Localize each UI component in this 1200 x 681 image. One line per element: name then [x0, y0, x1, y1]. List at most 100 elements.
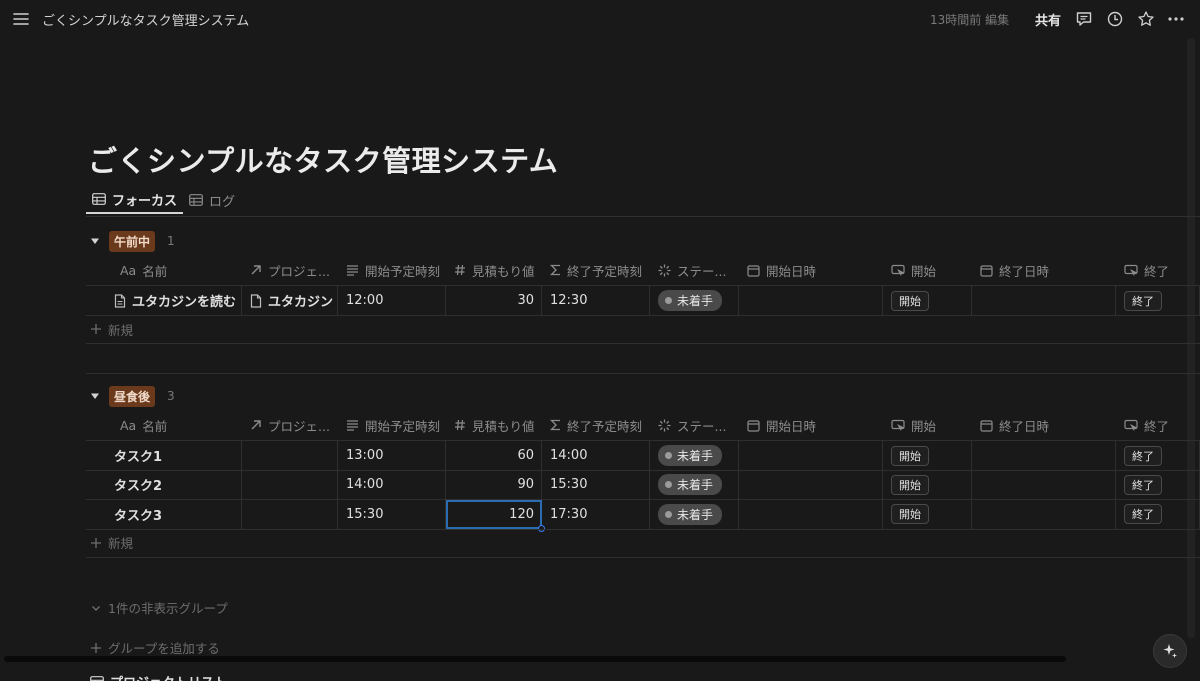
- cell-start[interactable]: 15:30: [338, 499, 446, 529]
- hidden-groups-toggle[interactable]: 1件の非表示グループ: [90, 598, 228, 617]
- end-button[interactable]: 終了: [1124, 290, 1162, 311]
- cell-status[interactable]: 未着手: [650, 286, 739, 315]
- status-badge[interactable]: 未着手: [658, 445, 723, 466]
- end-button[interactable]: 終了: [1124, 504, 1162, 525]
- column-header[interactable]: 開始: [883, 255, 972, 285]
- cell-empty[interactable]: [972, 470, 1116, 500]
- cell-project[interactable]: [242, 441, 338, 470]
- cell-project[interactable]: [242, 499, 338, 529]
- vertical-scrollbar[interactable]: [1187, 38, 1195, 638]
- column-header[interactable]: Aa 名前: [86, 255, 242, 285]
- cell-estimate[interactable]: 90: [446, 470, 542, 500]
- breadcrumb[interactable]: ごくシンプルなタスク管理システム: [42, 10, 249, 29]
- history-clock-icon[interactable]: [1106, 10, 1124, 28]
- status-badge[interactable]: 未着手: [658, 503, 723, 525]
- comment-icon[interactable]: [1075, 10, 1093, 28]
- start-button[interactable]: 開始: [891, 474, 929, 495]
- column-header[interactable]: 終了日時: [972, 255, 1116, 285]
- cell-start_btn[interactable]: 開始: [883, 499, 972, 529]
- group-tag[interactable]: 昼食後: [109, 385, 156, 407]
- tab-focus[interactable]: フォーカス: [86, 186, 184, 214]
- horizontal-scrollbar[interactable]: [4, 656, 1066, 662]
- column-label: 開始日時: [766, 418, 817, 434]
- cell-status[interactable]: 未着手: [650, 499, 739, 529]
- new-row-button[interactable]: 新規: [90, 316, 133, 342]
- column-header[interactable]: 見積もり値: [446, 255, 542, 285]
- group-bottom-divider: [86, 343, 1200, 345]
- column-header[interactable]: 見積もり値: [446, 410, 542, 440]
- cell-name[interactable]: ユタカジンを読む: [86, 286, 242, 315]
- cell-end[interactable]: 15:30: [542, 470, 650, 500]
- status-badge[interactable]: 未着手: [658, 474, 723, 496]
- cell-project[interactable]: [242, 470, 338, 500]
- cell-value: 13:00: [346, 448, 384, 463]
- end-button[interactable]: 終了: [1124, 474, 1162, 495]
- more-options-icon[interactable]: [1167, 10, 1185, 28]
- cell-estimate[interactable]: 120: [446, 499, 542, 529]
- cell-empty[interactable]: [972, 286, 1116, 315]
- cell-end_btn[interactable]: 終了: [1116, 286, 1200, 315]
- task-name: ユタカジンを読む: [132, 295, 237, 310]
- column-header[interactable]: 終了予定時刻: [542, 255, 650, 285]
- cell-empty[interactable]: [739, 499, 883, 529]
- column-header[interactable]: 終了日時: [972, 410, 1116, 440]
- cell-name[interactable]: タスク1: [86, 441, 242, 470]
- cell-end_btn[interactable]: 終了: [1116, 441, 1200, 470]
- column-header[interactable]: ステー...: [650, 410, 739, 440]
- cell-end[interactable]: 14:00: [542, 441, 650, 470]
- cell-estimate[interactable]: 60: [446, 441, 542, 470]
- start-button[interactable]: 開始: [891, 445, 929, 466]
- cell-value: 120: [509, 506, 534, 522]
- cell-name[interactable]: タスク2: [86, 470, 242, 500]
- cell-empty[interactable]: [972, 441, 1116, 470]
- status-badge[interactable]: 未着手: [658, 290, 723, 311]
- cell-project[interactable]: ユタカジン: [242, 286, 338, 315]
- column-header[interactable]: 開始日時: [739, 410, 883, 440]
- add-group-button[interactable]: グループを追加する: [90, 638, 220, 657]
- cell-start[interactable]: 13:00: [338, 441, 446, 470]
- cell-end[interactable]: 17:30: [542, 499, 650, 529]
- cell-start_btn[interactable]: 開始: [883, 286, 972, 315]
- column-header[interactable]: ステー...: [650, 255, 739, 285]
- cell-end[interactable]: 12:30: [542, 286, 650, 315]
- column-header[interactable]: 終了: [1116, 410, 1200, 440]
- start-button[interactable]: 開始: [891, 290, 929, 311]
- cell-end_btn[interactable]: 終了: [1116, 470, 1200, 500]
- column-header[interactable]: プロジェ...: [242, 410, 338, 440]
- column-header[interactable]: 終了予定時刻: [542, 410, 650, 440]
- column-header[interactable]: 開始予定時刻: [338, 410, 446, 440]
- ai-assistant-button[interactable]: [1153, 634, 1187, 668]
- cell-empty[interactable]: [972, 499, 1116, 529]
- edited-timestamp: 13時間前 編集: [930, 13, 1010, 27]
- cell-start[interactable]: 14:00: [338, 470, 446, 500]
- cell-estimate[interactable]: 30: [446, 286, 542, 315]
- triangle-down-icon[interactable]: [88, 389, 102, 403]
- column-header[interactable]: 終了: [1116, 255, 1200, 285]
- new-row-button[interactable]: 新規: [90, 530, 133, 556]
- column-header[interactable]: 開始日時: [739, 255, 883, 285]
- cell-end_btn[interactable]: 終了: [1116, 499, 1200, 529]
- column-header[interactable]: 開始: [883, 410, 972, 440]
- column-header[interactable]: 開始予定時刻: [338, 255, 446, 285]
- cell-empty[interactable]: [739, 441, 883, 470]
- column-header[interactable]: Aa 名前: [86, 410, 242, 440]
- share-button[interactable]: 共有: [1035, 10, 1061, 29]
- cell-empty[interactable]: [739, 286, 883, 315]
- star-icon[interactable]: [1137, 10, 1155, 28]
- cell-start[interactable]: 12:00: [338, 286, 446, 315]
- end-button[interactable]: 終了: [1124, 445, 1162, 466]
- cell-empty[interactable]: [739, 470, 883, 500]
- triangle-down-icon[interactable]: [88, 234, 102, 248]
- next-section-title[interactable]: プロジェクトリスト: [90, 672, 227, 681]
- cell-start_btn[interactable]: 開始: [883, 441, 972, 470]
- cell-status[interactable]: 未着手: [650, 441, 739, 470]
- cell-name[interactable]: タスク3: [86, 499, 242, 529]
- column-label: 開始: [911, 263, 937, 279]
- menu-icon[interactable]: [12, 11, 30, 27]
- column-header[interactable]: プロジェ...: [242, 255, 338, 285]
- start-button[interactable]: 開始: [891, 504, 929, 525]
- tab-log[interactable]: ログ: [183, 186, 241, 214]
- cell-start_btn[interactable]: 開始: [883, 470, 972, 500]
- cell-status[interactable]: 未着手: [650, 470, 739, 500]
- group-tag[interactable]: 午前中: [109, 230, 156, 252]
